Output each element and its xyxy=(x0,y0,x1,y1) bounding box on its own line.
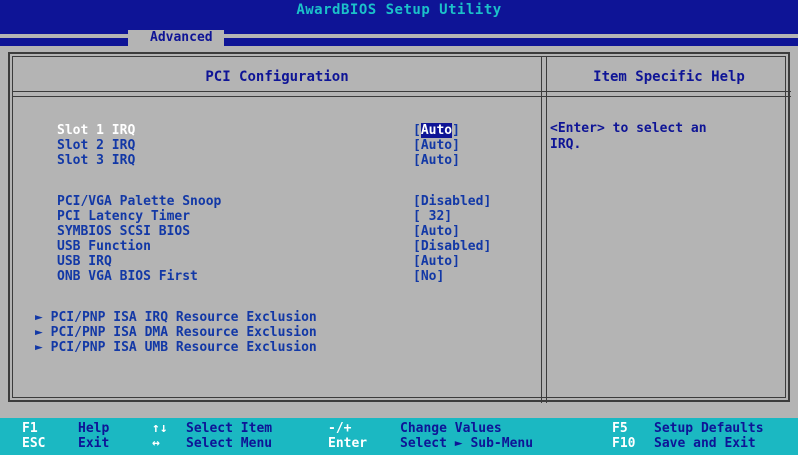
setting-slot2-irq-value[interactable]: [Auto] xyxy=(413,139,460,153)
app-title: AwardBIOS Setup Utility xyxy=(296,2,502,18)
setting-slot1-irq-value[interactable]: [Auto] xyxy=(413,123,460,138)
setting-palette-snoop-label[interactable]: PCI/VGA Palette Snoop xyxy=(57,195,221,209)
setting-slot2-irq-label[interactable]: Slot 2 IRQ xyxy=(57,139,135,153)
main-panel: PCI Configuration Item Specific Help Slo… xyxy=(8,52,791,403)
main-panel-inner: PCI Configuration Item Specific Help Slo… xyxy=(12,56,791,403)
setting-onb-vga-label[interactable]: ONB VGA BIOS First xyxy=(57,270,198,284)
tab-strip: Advanced xyxy=(0,26,798,46)
submenu-arrow-icon: ► xyxy=(35,310,43,325)
selected-value-highlight[interactable]: Auto xyxy=(420,123,453,138)
submenu-label: PCI/PNP ISA UMB Resource Exclusion xyxy=(50,340,317,355)
setting-usb-irq-value[interactable]: [Auto] xyxy=(413,255,460,269)
setting-usb-function-value[interactable]: [Disabled] xyxy=(413,240,491,254)
key-f10-desc: Save and Exit xyxy=(654,436,756,451)
setting-latency-timer-value[interactable]: [ 32] xyxy=(413,210,452,224)
value-bracket-open: [ xyxy=(413,123,421,138)
setting-slot3-irq-label[interactable]: Slot 3 IRQ xyxy=(57,154,135,168)
submenu-arrow-icon: ► xyxy=(35,340,43,355)
key-leftright[interactable]: ↔ xyxy=(152,436,160,452)
submenu-dma-exclusion[interactable]: ► PCI/PNP ISA DMA Resource Exclusion xyxy=(35,326,317,340)
key-enter-desc: Select ► Sub-Menu xyxy=(400,436,534,451)
key-f1-desc: Help xyxy=(78,421,110,436)
key-updown[interactable]: ↑↓ xyxy=(152,421,168,437)
submenu-arrow-icon: ► xyxy=(35,325,43,340)
key-f1[interactable]: F1 xyxy=(22,421,38,437)
title-bar: AwardBIOS Setup Utility xyxy=(0,0,798,26)
bios-screen: AwardBIOS Setup Utility Advanced PCI Con… xyxy=(0,0,798,455)
key-f10[interactable]: F10 xyxy=(612,436,635,452)
key-legend-bar: F1 Help ESC Exit ↑↓ Select Item ↔ Select… xyxy=(0,418,798,455)
key-plusminus[interactable]: -/+ xyxy=(328,421,351,437)
key-enter[interactable]: Enter xyxy=(328,436,367,452)
setting-palette-snoop-value[interactable]: [Disabled] xyxy=(413,195,491,209)
key-f5[interactable]: F5 xyxy=(612,421,628,437)
key-updown-desc: Select Item xyxy=(186,421,273,436)
setting-usb-irq-label[interactable]: USB IRQ xyxy=(57,255,112,269)
key-plusminus-desc: Change Values xyxy=(400,421,502,436)
section-title: PCI Configuration xyxy=(205,69,349,85)
tab-strip-divider xyxy=(0,34,798,38)
key-f5-desc: Setup Defaults xyxy=(654,421,764,436)
setting-latency-timer-label[interactable]: PCI Latency Timer xyxy=(57,210,190,224)
setting-slot1-irq-label[interactable]: Slot 1 IRQ xyxy=(57,124,135,138)
submenu-irq-exclusion[interactable]: ► PCI/PNP ISA IRQ Resource Exclusion xyxy=(35,311,317,325)
setting-scsi-bios-label[interactable]: SYMBIOS SCSI BIOS xyxy=(57,225,190,239)
help-divider xyxy=(541,57,547,403)
value-bracket-close: ] xyxy=(452,123,460,138)
key-leftright-desc: Select Menu xyxy=(186,436,273,451)
submenu-umb-exclusion[interactable]: ► PCI/PNP ISA UMB Resource Exclusion xyxy=(35,341,317,355)
key-esc-desc: Exit xyxy=(78,436,110,451)
submenu-label: PCI/PNP ISA IRQ Resource Exclusion xyxy=(50,310,317,325)
header-divider xyxy=(13,91,791,97)
key-esc[interactable]: ESC xyxy=(22,436,45,452)
submenu-label: PCI/PNP ISA DMA Resource Exclusion xyxy=(50,325,317,340)
help-title: Item Specific Help xyxy=(593,69,745,85)
setting-usb-function-label[interactable]: USB Function xyxy=(57,240,151,254)
help-text: <Enter> to select an IRQ. xyxy=(550,121,707,152)
setting-scsi-bios-value[interactable]: [Auto] xyxy=(413,225,460,239)
setting-onb-vga-value[interactable]: [No] xyxy=(413,270,444,284)
tab-advanced[interactable]: Advanced xyxy=(128,30,224,46)
setting-slot3-irq-value[interactable]: [Auto] xyxy=(413,154,460,168)
